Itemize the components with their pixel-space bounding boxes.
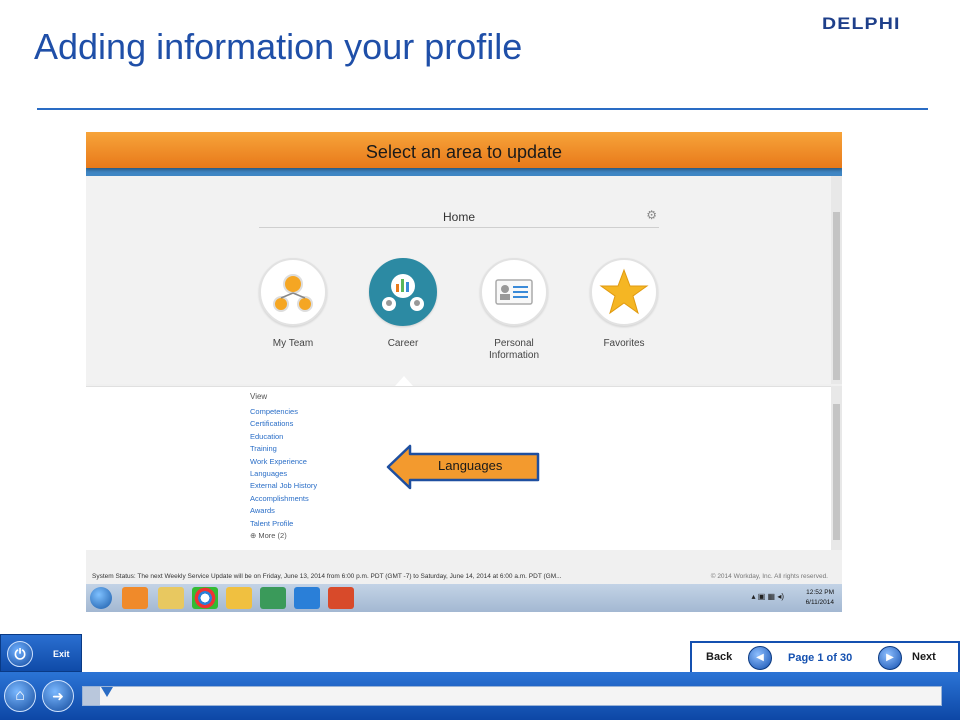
status-bar: System Status: The next Weekly Service U… <box>86 570 842 584</box>
gear-icon[interactable]: ⚙ <box>646 208 657 222</box>
link-talent-profile[interactable]: Talent Profile <box>250 518 317 530</box>
windows-taskbar: ▴ ▣ ▦ ◂) 12:52 PM 6/11/2014 <box>86 584 842 612</box>
worklet-career[interactable]: Career <box>368 258 438 350</box>
back-arrow-icon[interactable]: ◀ <box>748 646 772 670</box>
status-text: System Status: The next Weekly Service U… <box>92 573 562 580</box>
link-competencies[interactable]: Competencies <box>250 406 317 418</box>
link-accomplishments[interactable]: Accomplishments <box>250 493 317 505</box>
home-label: Home <box>442 210 475 224</box>
back-label[interactable]: Back <box>706 651 732 663</box>
career-icon <box>369 258 437 326</box>
forward-icon[interactable]: ➜ <box>42 680 74 712</box>
delphi-logo: DELPHI <box>822 14 901 33</box>
slide: Adding information your profile DELPHI S… <box>0 0 960 720</box>
lync-icon[interactable] <box>260 587 286 609</box>
link-awards[interactable]: Awards <box>250 505 317 517</box>
next-arrow-icon[interactable]: ▶ <box>878 646 902 670</box>
star-icon <box>590 258 658 326</box>
bottom-toolbar: ⌂ ➜ <box>0 672 960 720</box>
progress-bar[interactable] <box>82 686 942 706</box>
scrollbar-thumb[interactable] <box>833 404 840 540</box>
outlook-icon[interactable] <box>226 587 252 609</box>
start-button-icon[interactable] <box>90 587 112 609</box>
folder-icon[interactable] <box>158 587 184 609</box>
more-label: More (2) <box>258 531 287 540</box>
link-external-job-history[interactable]: External Job History <box>250 480 317 492</box>
tray-icons[interactable]: ▴ ▣ ▦ ◂) <box>752 592 784 601</box>
more-link[interactable]: ⊕ More (2) <box>250 531 287 540</box>
upper-scrollbar[interactable] <box>831 176 842 384</box>
link-certifications[interactable]: Certifications <box>250 418 317 430</box>
instruction-banner: Select an area to update <box>86 132 842 168</box>
panel-pointer <box>395 376 413 386</box>
page-title: Adding information your profile <box>34 26 523 67</box>
progress-marker[interactable] <box>101 687 113 697</box>
home-header: Home ⚙ <box>259 202 659 228</box>
view-header: View <box>250 392 268 401</box>
view-links-list: Competencies Certifications Education Tr… <box>250 406 317 530</box>
scrollbar-thumb[interactable] <box>833 212 840 380</box>
exit-label: Exit <box>53 649 70 659</box>
powerpoint-icon[interactable] <box>328 587 354 609</box>
progress-fill <box>83 687 101 705</box>
lower-scrollbar[interactable] <box>831 386 842 550</box>
workday-screenshot: Select an area to update Home ⚙ My Team <box>86 132 842 612</box>
callout-label: Languages <box>438 458 503 473</box>
title-divider <box>37 108 928 110</box>
worklet-favorites[interactable]: Favorites <box>589 258 659 350</box>
link-education[interactable]: Education <box>250 431 317 443</box>
worklet-my-team[interactable]: My Team <box>258 258 328 350</box>
plus-circle-icon: ⊕ <box>250 531 257 540</box>
media-player-icon[interactable] <box>122 587 148 609</box>
worklet-label: My Team <box>272 338 314 349</box>
workday-header-bar <box>86 168 842 176</box>
link-work-experience[interactable]: Work Experience <box>250 456 317 468</box>
link-languages[interactable]: Languages <box>250 468 317 480</box>
worklet-personal-information[interactable]: Personal Information <box>479 258 549 362</box>
clock-date: 6/11/2014 <box>805 599 834 606</box>
team-icon <box>259 258 327 326</box>
copyright-text: © 2014 Workday, Inc. All rights reserved… <box>710 573 828 580</box>
page-navigation: Back ◀ Page 1 of 30 ▶ Next <box>690 641 960 672</box>
clock-time: 12:52 PM <box>806 589 834 596</box>
internet-explorer-icon[interactable] <box>294 587 320 609</box>
clock[interactable]: 12:52 PM 6/11/2014 <box>806 588 834 608</box>
worklet-label: Career <box>387 338 419 349</box>
chrome-icon[interactable] <box>192 587 218 609</box>
link-training[interactable]: Training <box>250 443 317 455</box>
worklet-label: Favorites <box>603 338 645 349</box>
power-icon: ⏻ <box>7 641 33 667</box>
page-indicator: Page 1 of 30 <box>788 652 853 664</box>
id-card-icon <box>480 258 548 326</box>
next-label[interactable]: Next <box>912 651 936 663</box>
worklet-label: Personal Information <box>488 338 540 361</box>
exit-button[interactable]: ⏻ Exit <box>0 634 82 672</box>
home-icon[interactable]: ⌂ <box>4 680 36 712</box>
